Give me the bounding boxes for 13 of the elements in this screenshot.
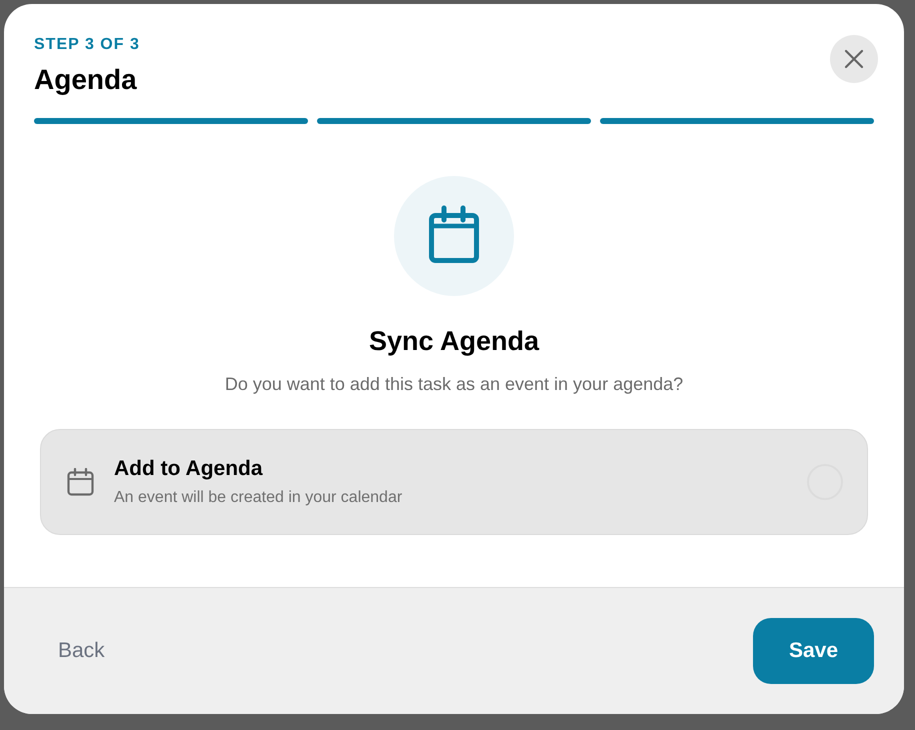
option-card[interactable]: Add to Agenda An event will be created in your calendar: [40, 429, 868, 535]
calendar-icon: [394, 176, 514, 296]
save-button[interactable]: Save: [753, 618, 874, 684]
section-description: Do you want to add this task as an event in your agenda?: [224, 374, 684, 395]
close-button[interactable]: [830, 35, 878, 83]
back-button[interactable]: Back: [46, 633, 117, 669]
dialog-title: Agenda: [34, 64, 138, 96]
calendar-icon: [67, 468, 94, 496]
section-title: Sync Agenda: [368, 326, 540, 357]
option-description: An event will be created in your calendar: [114, 489, 404, 507]
close-icon: [844, 49, 864, 69]
option-title: Add to Agenda: [114, 457, 264, 481]
step-label: STEP 3 OF 3: [34, 36, 140, 54]
